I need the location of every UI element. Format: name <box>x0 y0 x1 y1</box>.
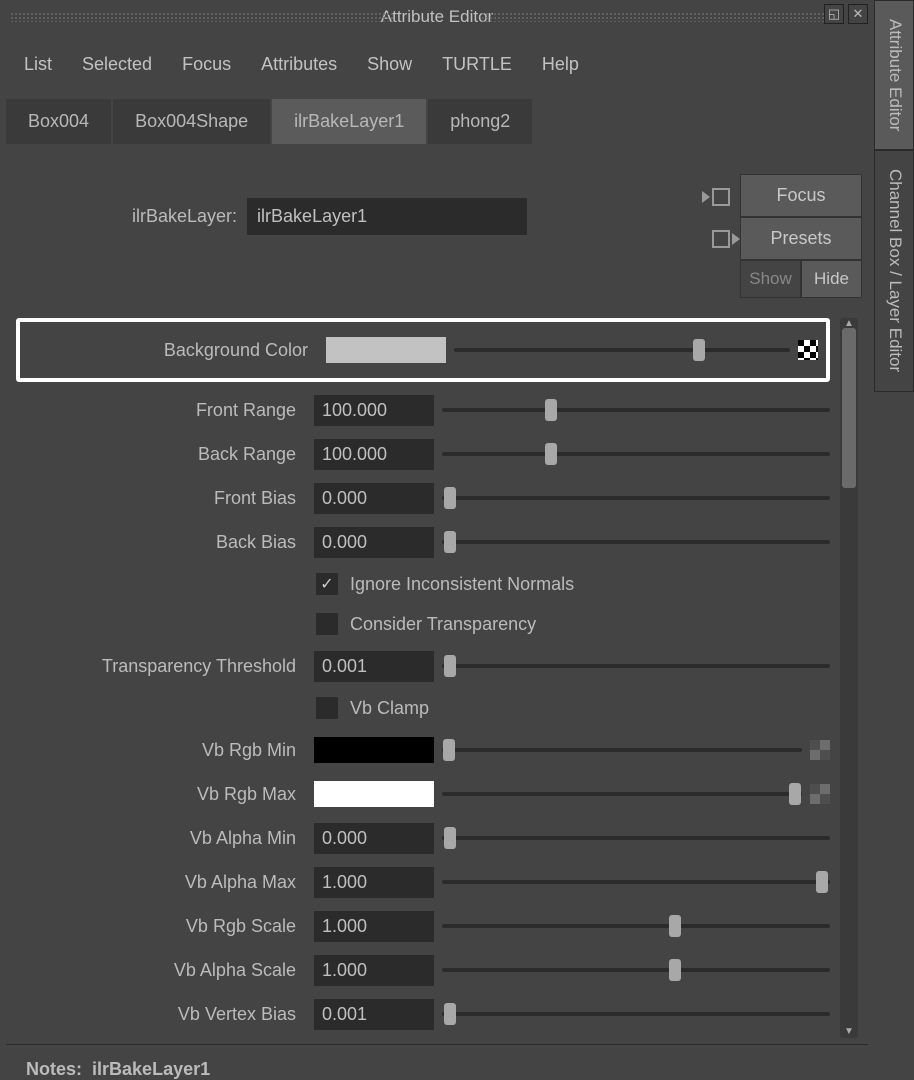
menu-list[interactable]: List <box>24 54 52 75</box>
vb-vertex-bias-slider[interactable] <box>442 1001 830 1027</box>
vb-alpha-min-input[interactable] <box>314 823 434 854</box>
vb-clamp-checkbox[interactable] <box>316 697 338 719</box>
menu-attributes[interactable]: Attributes <box>261 54 337 75</box>
vb-rgb-min-label: Vb Rgb Min <box>16 740 306 761</box>
tab-phong2[interactable]: phong2 <box>428 99 532 144</box>
vb-rgb-min-slider[interactable] <box>442 737 802 763</box>
vb-vertex-bias-label: Vb Vertex Bias <box>16 1004 306 1025</box>
scroll-down-icon[interactable]: ▼ <box>840 1024 858 1038</box>
hide-button[interactable]: Hide <box>801 260 862 298</box>
vb-rgb-max-label: Vb Rgb Max <box>16 784 306 805</box>
vb-rgb-min-swatch[interactable] <box>314 737 434 763</box>
vb-alpha-max-label: Vb Alpha Max <box>16 872 306 893</box>
menu-turtle[interactable]: TURTLE <box>442 54 512 75</box>
right-sidebar-tabs: Attribute Editor Channel Box / Layer Edi… <box>874 0 914 1080</box>
background-color-map-button[interactable] <box>798 340 818 360</box>
front-bias-label: Front Bias <box>16 488 306 509</box>
notes-section: Notes: ilrBakeLayer1 <box>6 1044 868 1080</box>
main-panel: Attribute Editor ◱ ✕ List Selected Focus… <box>0 0 874 1080</box>
vb-rgb-max-map-button[interactable] <box>810 784 830 804</box>
close-icon[interactable]: ✕ <box>848 4 868 24</box>
panel-title: Attribute Editor <box>381 7 493 27</box>
vertical-scrollbar[interactable]: ▲ ▼ <box>840 318 858 1038</box>
vb-alpha-min-slider[interactable] <box>442 825 830 851</box>
titlebar-grip-left <box>10 12 393 22</box>
vb-rgb-max-slider[interactable] <box>442 781 802 807</box>
front-bias-input[interactable] <box>314 483 434 514</box>
consider-transparency-checkbox[interactable] <box>316 613 338 635</box>
restore-icon[interactable]: ◱ <box>824 4 844 24</box>
back-bias-slider[interactable] <box>442 529 830 555</box>
titlebar: Attribute Editor ◱ ✕ <box>0 0 874 34</box>
tab-box004shape[interactable]: Box004Shape <box>113 99 270 144</box>
transparency-threshold-input[interactable] <box>314 651 434 682</box>
back-range-slider[interactable] <box>442 441 830 467</box>
attribute-list: Background Color Front Range Back Range <box>16 318 836 1038</box>
front-range-label: Front Range <box>16 400 306 421</box>
node-name-input[interactable] <box>247 198 527 235</box>
vb-vertex-bias-input[interactable] <box>314 999 434 1030</box>
background-color-label: Background Color <box>28 340 318 361</box>
transparency-threshold-label: Transparency Threshold <box>16 656 306 677</box>
vb-rgb-scale-input[interactable] <box>314 911 434 942</box>
titlebar-grip-right <box>481 12 824 22</box>
notes-label: Notes: <box>26 1059 82 1079</box>
content-area: ilrBakeLayer: Focus Presets Show Hide <box>0 144 874 1080</box>
vb-rgb-scale-label: Vb Rgb Scale <box>16 916 306 937</box>
back-bias-label: Back Bias <box>16 532 306 553</box>
vb-rgb-max-swatch[interactable] <box>314 781 434 807</box>
vb-alpha-scale-input[interactable] <box>314 955 434 986</box>
vb-alpha-max-input[interactable] <box>314 867 434 898</box>
highlighted-attribute: Background Color <box>16 318 830 382</box>
vb-rgb-min-map-button[interactable] <box>810 740 830 760</box>
transparency-threshold-slider[interactable] <box>442 653 830 679</box>
notes-node-name: ilrBakeLayer1 <box>92 1059 210 1079</box>
vb-alpha-max-slider[interactable] <box>442 869 830 895</box>
sidebar-tab-attribute-editor[interactable]: Attribute Editor <box>874 0 914 150</box>
input-connections-icon[interactable] <box>706 188 730 210</box>
front-range-input[interactable] <box>314 395 434 426</box>
vb-alpha-scale-slider[interactable] <box>442 957 830 983</box>
node-tabs: Box004 Box004Shape ilrBakeLayer1 phong2 <box>0 99 874 144</box>
menubar: List Selected Focus Attributes Show TURT… <box>0 34 874 99</box>
consider-transparency-label: Consider Transparency <box>350 614 536 635</box>
vb-rgb-scale-slider[interactable] <box>442 913 830 939</box>
vb-alpha-min-label: Vb Alpha Min <box>16 828 306 849</box>
menu-focus[interactable]: Focus <box>182 54 231 75</box>
front-bias-slider[interactable] <box>442 485 830 511</box>
back-range-input[interactable] <box>314 439 434 470</box>
background-color-swatch[interactable] <box>326 337 446 363</box>
vb-alpha-scale-label: Vb Alpha Scale <box>16 960 306 981</box>
sidebar-tab-channel-box[interactable]: Channel Box / Layer Editor <box>874 150 914 391</box>
output-connections-icon[interactable] <box>706 230 730 252</box>
scroll-thumb[interactable] <box>842 328 856 488</box>
node-header: ilrBakeLayer: Focus Presets Show Hide <box>6 164 868 318</box>
vb-clamp-label: Vb Clamp <box>350 698 429 719</box>
menu-help[interactable]: Help <box>542 54 579 75</box>
back-bias-input[interactable] <box>314 527 434 558</box>
ignore-inconsistent-normals-checkbox[interactable] <box>316 573 338 595</box>
front-range-slider[interactable] <box>442 397 830 423</box>
menu-selected[interactable]: Selected <box>82 54 152 75</box>
node-type-label: ilrBakeLayer: <box>132 206 237 227</box>
back-range-label: Back Range <box>16 444 306 465</box>
presets-button[interactable]: Presets <box>740 217 862 260</box>
background-color-slider[interactable] <box>454 337 790 363</box>
focus-button[interactable]: Focus <box>740 174 862 217</box>
menu-show[interactable]: Show <box>367 54 412 75</box>
tab-ilrbakelayer1[interactable]: ilrBakeLayer1 <box>272 99 426 144</box>
show-button[interactable]: Show <box>740 260 801 298</box>
tab-box004[interactable]: Box004 <box>6 99 111 144</box>
ignore-inconsistent-normals-label: Ignore Inconsistent Normals <box>350 574 574 595</box>
